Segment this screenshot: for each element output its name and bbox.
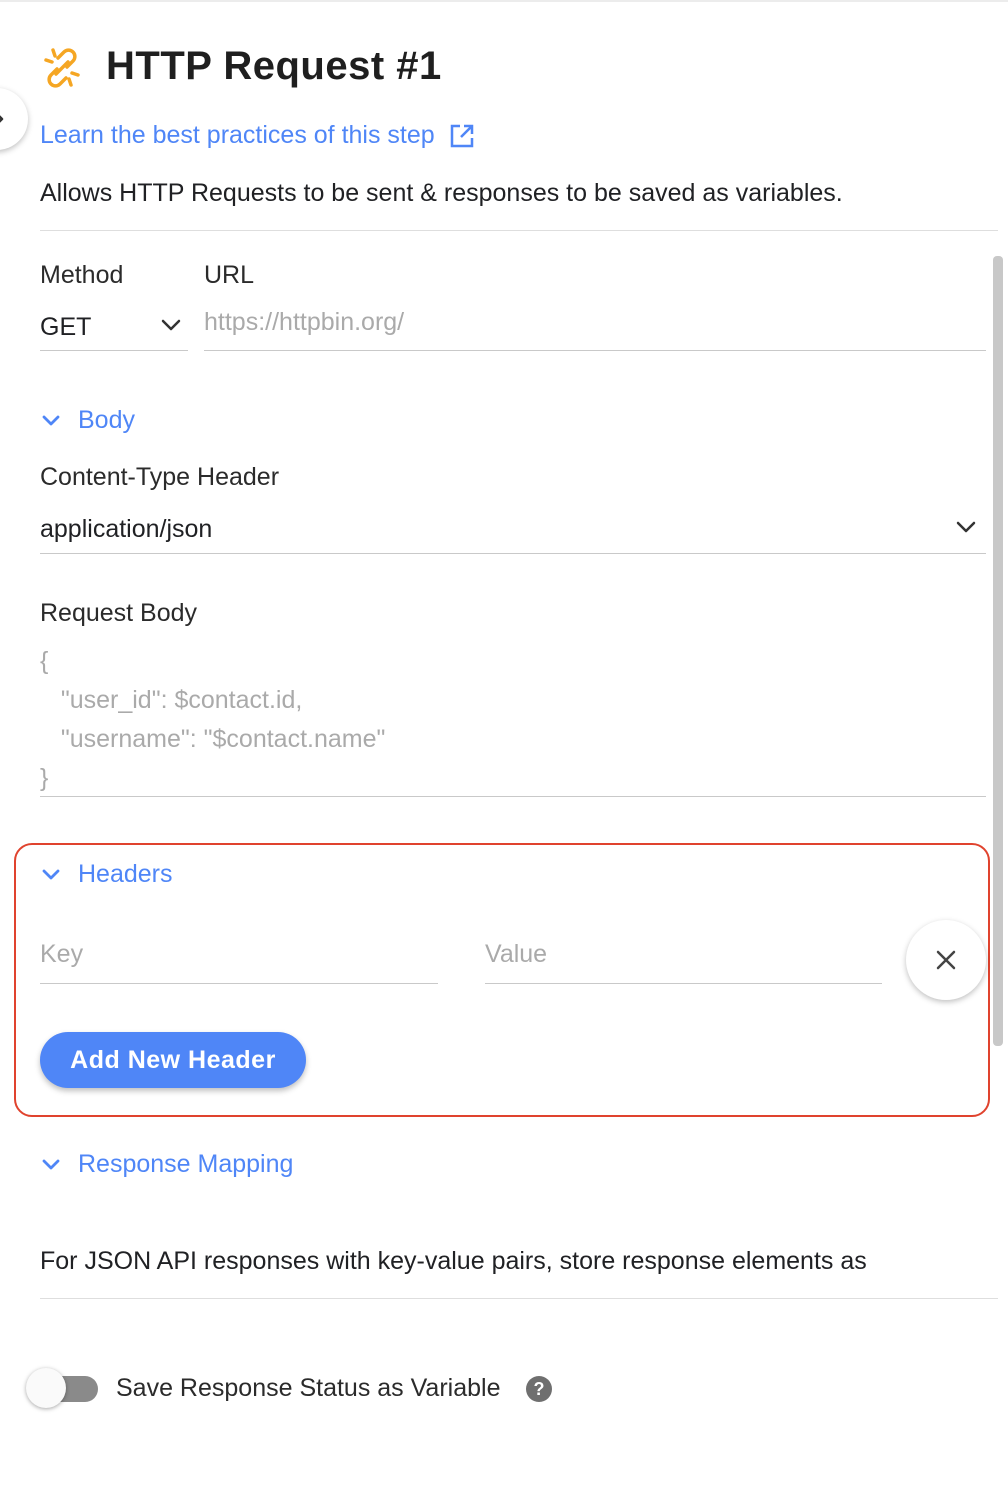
divider: [40, 230, 998, 231]
response-mapping-description: For JSON API responses with key-value pa…: [40, 1247, 867, 1275]
chevron-down-icon: [42, 869, 60, 879]
request-body-input[interactable]: { "user_id": $contact.id, "username": "$…: [40, 642, 986, 797]
request-body-label: Request Body: [40, 599, 198, 627]
help-icon[interactable]: ?: [526, 1376, 552, 1402]
add-new-header-button[interactable]: Add New Header: [40, 1032, 306, 1088]
link-chain-icon: [44, 48, 80, 88]
chevron-down-icon: [956, 521, 976, 533]
close-icon: [936, 950, 956, 970]
step-description: Allows HTTP Requests to be sent & respon…: [40, 179, 843, 207]
body-section-label: Body: [78, 406, 135, 434]
url-input[interactable]: https://httpbin.org/: [204, 300, 986, 351]
method-label: Method: [40, 261, 124, 289]
top-border: [0, 0, 1008, 2]
request-body-line: {: [40, 647, 49, 675]
content-type-label: Content-Type Header: [40, 463, 280, 491]
content-type-value: application/json: [40, 515, 213, 543]
response-mapping-label: Response Mapping: [78, 1150, 294, 1178]
header-key-input[interactable]: Key: [40, 932, 438, 984]
toggle-knob: [26, 1368, 66, 1408]
learn-link-label: Learn the best practices of this step: [40, 121, 435, 149]
learn-best-practices-link[interactable]: Learn the best practices of this step: [40, 121, 475, 150]
method-value: GET: [40, 313, 92, 341]
chevron-down-icon: [42, 415, 60, 425]
url-label: URL: [204, 261, 255, 289]
header-key-placeholder: Key: [40, 940, 84, 968]
save-status-label: Save Response Status as Variable: [116, 1374, 501, 1402]
headers-section-toggle[interactable]: Headers: [40, 860, 173, 889]
headers-section-label: Headers: [78, 860, 173, 888]
scrollbar[interactable]: [993, 256, 1003, 1046]
divider: [40, 1298, 998, 1299]
content-type-select[interactable]: application/json: [40, 503, 986, 554]
url-placeholder: https://httpbin.org/: [204, 308, 405, 336]
chevron-down-icon: [42, 1159, 60, 1169]
body-section-toggle[interactable]: Body: [40, 406, 135, 435]
page-title: HTTP Request #1: [106, 44, 442, 88]
chevron-right-icon: [0, 115, 4, 123]
remove-header-button[interactable]: [906, 920, 986, 1000]
request-body-line: }: [40, 764, 49, 792]
save-status-toggle[interactable]: [26, 1368, 98, 1408]
method-select[interactable]: GET: [40, 300, 188, 351]
chevron-down-icon: [161, 319, 181, 331]
header-value-placeholder: Value: [485, 940, 548, 968]
request-body-line: "user_id": $contact.id,: [40, 686, 303, 714]
response-mapping-toggle[interactable]: Response Mapping: [40, 1150, 293, 1179]
request-body-line: "username": "$contact.name": [40, 725, 386, 753]
external-link-icon: [450, 124, 473, 147]
header-value-input[interactable]: Value: [485, 932, 882, 984]
collapse-panel-button[interactable]: [0, 88, 28, 150]
